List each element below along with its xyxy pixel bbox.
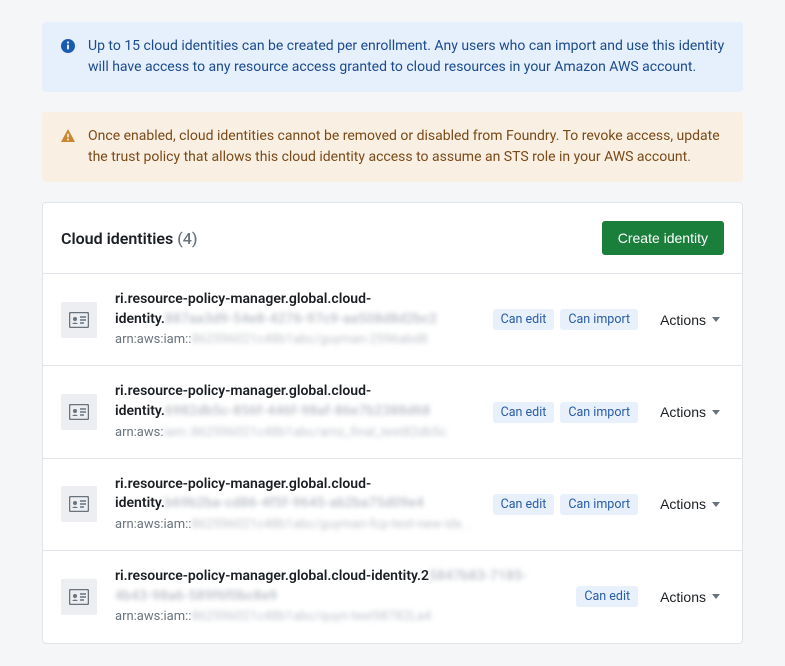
actions-menu-button[interactable]: Actions <box>656 398 724 426</box>
panel-title: Cloud identities (4) <box>61 229 197 248</box>
chevron-down-icon <box>712 502 720 507</box>
info-callout: Up to 15 cloud identities can be created… <box>42 22 743 92</box>
can-import-badge: Can import <box>560 494 638 515</box>
identity-badges: Can edit <box>576 586 638 607</box>
identity-body: ri.resource-policy-manager.global.cloud-… <box>115 290 475 349</box>
actions-menu-button[interactable]: Actions <box>656 306 724 334</box>
can-edit-badge: Can edit <box>493 494 555 515</box>
identity-arn: arn:aws:iam::862596021c48b1abc/guyman-fc… <box>115 516 475 534</box>
identity-row: ri.resource-policy-manager.global.cloud-… <box>43 365 742 457</box>
identity-body: ri.resource-policy-manager.global.cloud-… <box>115 567 558 626</box>
identity-arn: arn:aws:iam::862596021c48b1abc/quyn-test… <box>115 608 558 626</box>
identity-row: ri.resource-policy-manager.global.cloud-… <box>43 273 742 365</box>
identity-resource-id: ri.resource-policy-manager.global.cloud-… <box>115 290 475 329</box>
warning-icon <box>60 128 76 168</box>
identity-row: ri.resource-policy-manager.global.cloud-… <box>43 550 742 642</box>
can-import-badge: Can import <box>560 402 638 423</box>
panel-header: Cloud identities (4) Create identity <box>43 203 742 273</box>
identity-resource-id: ri.resource-policy-manager.global.cloud-… <box>115 475 475 514</box>
identity-badges: Can editCan import <box>493 402 638 423</box>
chevron-down-icon <box>712 317 720 322</box>
warning-callout: Once enabled, cloud identities cannot be… <box>42 112 743 182</box>
can-edit-badge: Can edit <box>493 309 555 330</box>
chevron-down-icon <box>712 594 720 599</box>
warning-text: Once enabled, cloud identities cannot be… <box>88 126 725 168</box>
identity-count: (4) <box>177 229 197 248</box>
identity-card-icon <box>61 486 97 522</box>
info-icon <box>60 38 76 78</box>
chevron-down-icon <box>712 410 720 415</box>
create-identity-button[interactable]: Create identity <box>602 221 724 255</box>
can-import-badge: Can import <box>560 309 638 330</box>
actions-menu-button[interactable]: Actions <box>656 583 724 611</box>
identity-resource-id: ri.resource-policy-manager.global.cloud-… <box>115 567 558 606</box>
identity-badges: Can editCan import <box>493 309 638 330</box>
can-edit-badge: Can edit <box>493 402 555 423</box>
identity-card-icon <box>61 579 97 615</box>
identity-resource-id: ri.resource-policy-manager.global.cloud-… <box>115 382 475 421</box>
identity-arn: arn:aws:iam::862596021c48b1abc/guyman-25… <box>115 331 475 349</box>
identity-row: ri.resource-policy-manager.global.cloud-… <box>43 458 742 550</box>
identity-arn: arn:aws:iam::862596021c48b1abc/amz_final… <box>115 424 475 442</box>
identity-body: ri.resource-policy-manager.global.cloud-… <box>115 475 475 534</box>
info-text: Up to 15 cloud identities can be created… <box>88 36 725 78</box>
cloud-identities-panel: Cloud identities (4) Create identity ri.… <box>42 202 743 644</box>
identity-badges: Can editCan import <box>493 494 638 515</box>
actions-menu-button[interactable]: Actions <box>656 490 724 518</box>
can-edit-badge: Can edit <box>576 586 638 607</box>
identity-card-icon <box>61 302 97 338</box>
identity-body: ri.resource-policy-manager.global.cloud-… <box>115 382 475 441</box>
identity-card-icon <box>61 394 97 430</box>
